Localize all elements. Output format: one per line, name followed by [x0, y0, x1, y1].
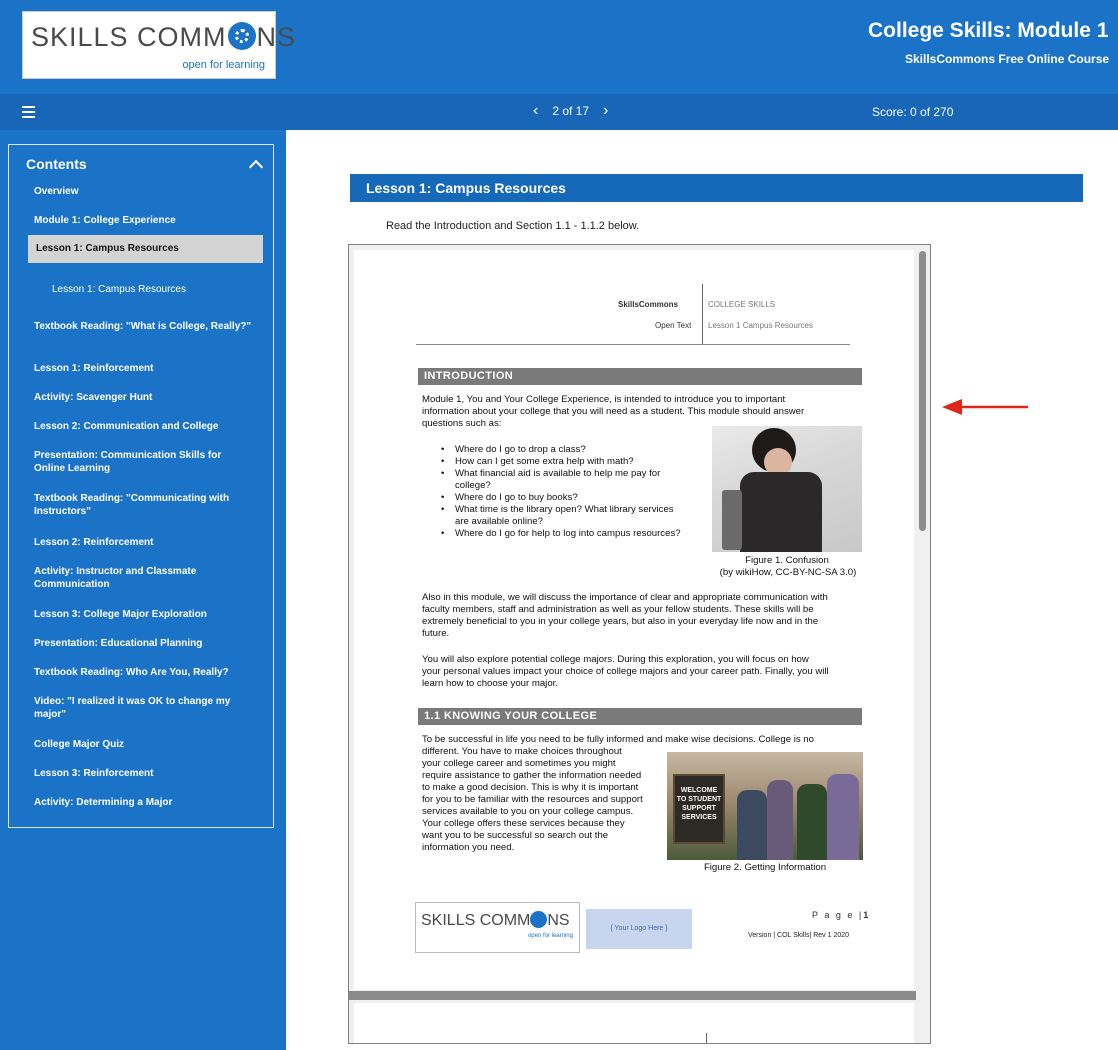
pdf-page-2 [354, 1003, 914, 1043]
doc-header-org: SkillsCommons [618, 300, 679, 309]
intro-p3-line: learn how to choose your major. [422, 678, 558, 689]
footer-logo-word-tail: NS [547, 912, 570, 929]
footer-page-number: P a g e |1 [812, 910, 868, 920]
pdf-page: SkillsCommons Open Text COLLEGE SKILLS L… [354, 250, 914, 990]
sidebar-item-college-major-quiz[interactable]: College Major Quiz [34, 738, 254, 751]
intro-p2-line: Also in this module, we will discuss the… [422, 592, 828, 603]
pdf-viewer[interactable]: SkillsCommons Open Text COLLEGE SKILLS L… [348, 244, 931, 1044]
sidebar-item-instructor-communication[interactable]: Activity: Instructor and Classmate Commu… [34, 565, 254, 591]
sidebar: Contents Overview Module 1: College Expe… [0, 130, 286, 1050]
figure-2-caption: Figure 2. Getting Information [703, 862, 827, 873]
figure-1-credit: (by wikiHow, CC-BY-NC-SA 3.0) [719, 567, 857, 578]
footer-version: Version | COL Skills| Rev 1 2020 [748, 932, 850, 939]
chevron-left-icon[interactable]: ‹ [533, 103, 538, 119]
sidebar-item-overview[interactable]: Overview [34, 185, 254, 198]
red-arrow-annotation-icon [942, 399, 1028, 415]
nav-bar: ‹ 2 of 17 › Score: 0 of 270 [0, 94, 1118, 130]
section-heading-introduction: INTRODUCTION [418, 368, 862, 385]
bullet-item: How can I get some extra help with math? [441, 456, 634, 468]
sec11-line: information you need. [422, 842, 515, 853]
sec11-line: services available to you on your colleg… [422, 806, 634, 817]
sidebar-item-lesson-3-reinforcement[interactable]: Lesson 3: Reinforcement [34, 767, 254, 780]
sidebar-item-current-lesson[interactable]: Lesson 1: Campus Resources [28, 235, 263, 263]
sec11-line: Your college offers these services becau… [422, 818, 625, 829]
skillscommons-logo[interactable]: SKILLS COMM NS open for learning [22, 11, 295, 79]
intro-p3-line: your personal values impact your choice … [422, 666, 829, 677]
pdf-scrollbar[interactable] [916, 247, 929, 1043]
sidebar-item-textbook-who-are-you[interactable]: Textbook Reading: Who Are You, Really? [34, 666, 254, 679]
page-number: 1 [863, 910, 869, 920]
doc-header-divider [702, 284, 703, 344]
logo-word-tail: NS [256, 22, 297, 52]
sidebar-item-determining-major[interactable]: Activity: Determining a Major [34, 796, 254, 809]
sidebar-item-video-change-major[interactable]: Video: "I realized it was OK to change m… [34, 695, 254, 721]
footer-logo-tagline: open for learning [527, 933, 573, 939]
bullet-item: Where do I go to drop a class? [441, 444, 586, 456]
sidebar-item-lesson-2[interactable]: Lesson 2: Communication and College [34, 420, 254, 433]
sec11-line: To be successful in life you need to be … [422, 734, 814, 745]
welcome-sign: WELCOME TO STUDENT SUPPORT SERVICES [673, 774, 725, 844]
footer-logo-word: SKILLS COMM [421, 912, 531, 929]
bullet-item: Where do I go to buy books? [441, 492, 578, 504]
chevron-up-icon[interactable] [248, 158, 262, 168]
sec11-line: for you to be familiar with the resource… [422, 794, 643, 805]
intro-p2-line: extremely beneficial to you in your coll… [422, 616, 819, 627]
sidebar-item-textbook-communicating[interactable]: Textbook Reading: "Communicating with In… [34, 492, 254, 518]
lesson-title-bar: Lesson 1: Campus Resources [350, 174, 1083, 202]
course-title: College Skills: Module 1 [868, 19, 1109, 42]
figure-getting-information-image: WELCOME TO STUDENT SUPPORT SERVICES [667, 752, 863, 860]
page-label: P a g e | [812, 910, 864, 920]
footer-logo-placeholder: { Your Logo Here } [586, 909, 692, 949]
sec11-line: different. You have to make choices thro… [422, 746, 622, 757]
doc-header-lesson: Lesson 1 Campus Resources [708, 321, 813, 330]
bullet-item: Where do I go for help to log into campu… [441, 528, 681, 540]
sidebar-item-textbook-what-is-college[interactable]: Textbook Reading: "What is College, Real… [34, 320, 254, 333]
bullet-continuation: are available online? [455, 516, 544, 527]
sidebar-item-educational-planning[interactable]: Presentation: Educational Planning [34, 637, 254, 650]
sec11-line: your college career and sometimes you mi… [422, 758, 616, 769]
figure-confusion-image [712, 426, 862, 552]
page-separator [349, 991, 916, 1000]
gear-icon [530, 911, 548, 928]
sec11-line: require assistance to gather the informa… [422, 770, 642, 781]
sidebar-item-presentation-communication[interactable]: Presentation: Communication Skills for O… [34, 449, 254, 475]
intro-line-1: Module 1, You and Your College Experienc… [422, 394, 786, 405]
contents-title: Contents [26, 156, 87, 172]
sec11-line: want you to be successful so search out … [422, 830, 609, 841]
logo-tagline: open for learning [182, 59, 265, 71]
footer-skillscommons-logo: SKILLS COMM NS open for learning [415, 902, 580, 953]
bullet-item: What financial aid is available to help … [441, 468, 660, 480]
page-indicator: 2 of 17 [552, 104, 590, 118]
bullet-continuation: college? [455, 480, 491, 491]
lesson-title: Lesson 1: Campus Resources [366, 180, 566, 196]
intro-p2-line: future. [422, 628, 450, 639]
intro-line-3: questions such as: [422, 418, 502, 429]
intro-p2-line: faculty members, staff and administratio… [422, 604, 814, 615]
sidebar-item-module-1[interactable]: Module 1: College Experience [34, 214, 254, 227]
sec11-line: to make a good decision. This is why it … [422, 782, 639, 793]
sidebar-item-lesson-1-reinforcement[interactable]: Lesson 1: Reinforcement [34, 362, 254, 375]
section-heading-knowing-your-college: 1.1 KNOWING YOUR COLLEGE [418, 708, 862, 725]
score-display: Score: 0 of 270 [872, 105, 954, 119]
doc-header-course: COLLEGE SKILLS [708, 300, 776, 309]
sidebar-item-lesson-2-reinforcement[interactable]: Lesson 2: Reinforcement [34, 536, 254, 549]
intro-line-2: information about your college that you … [422, 406, 805, 417]
sidebar-subitem-lesson-1[interactable]: Lesson 1: Campus Resources [52, 283, 272, 296]
doc-header-type: Open Text [655, 321, 692, 330]
sidebar-item-lesson-3[interactable]: Lesson 3: College Major Exploration [34, 608, 254, 621]
doc-header-rule [416, 344, 850, 345]
chevron-right-icon[interactable]: › [603, 103, 608, 119]
figure-1-caption: Figure 1. Confusion [745, 555, 829, 566]
gear-icon [227, 22, 256, 50]
pdf-scrollbar-thumb[interactable] [919, 251, 926, 531]
sidebar-item-scavenger-hunt[interactable]: Activity: Scavenger Hunt [34, 391, 254, 404]
logo-word: SKILLS COMM [31, 22, 227, 52]
intro-p3-line: You will also explore potential college … [422, 654, 809, 665]
course-subtitle: SkillsCommons Free Online Course [905, 52, 1110, 66]
bullet-item: What time is the library open? What libr… [441, 504, 674, 516]
page-pager: ‹ 2 of 17 › [533, 103, 608, 119]
hamburger-menu-icon[interactable] [22, 104, 42, 120]
app-header: SKILLS COMM NS open for learning College … [0, 0, 1118, 94]
instruction-text: Read the Introduction and Section 1.1 - … [386, 220, 640, 232]
